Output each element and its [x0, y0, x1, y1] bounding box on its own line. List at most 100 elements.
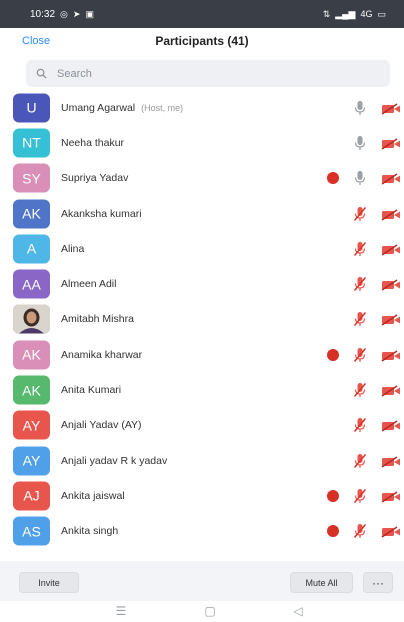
microphone-muted-icon[interactable] — [353, 453, 367, 469]
video-off-icon[interactable] — [381, 313, 401, 327]
avatar-photo — [13, 304, 50, 334]
raised-hand-icon — [327, 489, 339, 502]
avatar: AS — [13, 516, 50, 546]
video-off-icon[interactable] — [381, 102, 401, 115]
participant-row[interactable]: AJ Ankita jaiswal — [0, 478, 404, 513]
microphone-icon[interactable] — [353, 135, 367, 151]
microphone-icon[interactable] — [353, 100, 367, 116]
video-off-icon[interactable] — [381, 137, 401, 150]
participant-row[interactable]: AY Anjali Yadav (AY) — [0, 408, 404, 443]
back-icon[interactable]: ◁ — [289, 604, 307, 618]
avatar-initials: NT — [22, 134, 41, 151]
participant-row[interactable] — [0, 549, 404, 560]
raised-hand-icon — [327, 348, 339, 361]
invite-button[interactable]: Invite — [19, 572, 79, 593]
search-box[interactable] — [26, 60, 390, 87]
raised-hand-icon — [327, 525, 339, 538]
microphone-muted-icon[interactable] — [353, 206, 367, 222]
network-icon: ⇅ — [322, 8, 331, 19]
participant-name: Anita Kumari — [61, 384, 121, 396]
video-off-icon[interactable] — [381, 349, 401, 362]
participant-name: Supriya Yadav — [61, 172, 128, 184]
header: Close Participants (41) — [0, 28, 404, 56]
participant-name: Anamika kharwar — [61, 349, 142, 361]
participant-row[interactable]: AK Anita Kumari — [0, 372, 404, 407]
video-off-icon[interactable] — [381, 172, 401, 185]
avatar-initials: AK — [22, 346, 41, 363]
participant-name: Anjali yadav R k yadav — [61, 455, 167, 467]
participant-name-text: Anjali Yadav (AY) — [61, 419, 142, 432]
participant-row[interactable]: A Alina — [0, 231, 404, 266]
microphone-muted-icon[interactable] — [353, 488, 367, 504]
participant-name: Ankita singh — [61, 525, 118, 537]
participant-row[interactable]: NT Neeha thakur — [0, 125, 404, 160]
participant-name: Alina — [61, 243, 84, 255]
avatar: SY — [13, 163, 50, 193]
participant-row[interactable]: AA Almeen Adil — [0, 266, 404, 301]
microphone-muted-icon[interactable] — [353, 523, 367, 539]
participant-row[interactable]: AY Anjali yadav R k yadav — [0, 443, 404, 478]
send-icon: ➤ — [72, 8, 81, 19]
participant-row[interactable]: U Umang Agarwal (Host, me) — [0, 90, 404, 125]
participants-screen: 10:32 ◎ ➤ ▣ ⇅ ▂▄▆ 4G ▭ Close Participant… — [0, 0, 404, 622]
search-input[interactable] — [55, 66, 359, 81]
avatar-initials: AK — [22, 382, 41, 399]
video-off-icon[interactable] — [381, 208, 401, 221]
avatar-initials: U — [26, 99, 37, 116]
participant-name-text: Umang Agarwal — [61, 101, 136, 114]
participant-name-text: Supriya Yadav — [61, 172, 129, 185]
video-off-icon[interactable] — [381, 278, 401, 291]
participant-name-text: Akanksha kumari — [61, 207, 142, 220]
participant-row[interactable]: Amitabh Mishra — [0, 302, 404, 337]
home-icon[interactable]: ▢ — [201, 604, 219, 618]
microphone-muted-icon[interactable] — [353, 417, 367, 433]
participants-list: U Umang Agarwal (Host, me) NT Neeha thakur … — [0, 90, 404, 560]
participant-row[interactable]: AS Ankita singh — [0, 514, 404, 549]
signal-icon: ▂▄▆ — [335, 8, 356, 19]
participant-name-text: Neeha thakur — [61, 136, 125, 149]
status-bar: 10:32 ◎ ➤ ▣ ⇅ ▂▄▆ 4G ▭ — [0, 0, 404, 28]
participant-name: Ankita jaiswal — [61, 490, 125, 502]
participant-name-text: Ankita singh — [61, 525, 119, 538]
video-off-icon[interactable] — [381, 419, 401, 432]
participant-name-text: Anita Kumari — [61, 384, 122, 397]
participant-name: Amitabh Mishra — [61, 313, 134, 325]
video-off-icon[interactable] — [381, 525, 401, 538]
status-time: 10:32 — [30, 8, 56, 20]
microphone-muted-icon[interactable] — [353, 241, 367, 257]
bottom-bar: Invite Mute All ··· — [0, 561, 404, 601]
menu-icon[interactable]: ☰ — [112, 604, 130, 618]
more-options-button[interactable]: ··· — [363, 572, 393, 593]
avatar-initials: AY — [22, 417, 41, 434]
avatar-initials: SY — [22, 170, 41, 187]
video-off-icon[interactable] — [381, 455, 401, 468]
raised-hand-icon — [327, 172, 339, 185]
video-off-icon[interactable] — [381, 243, 401, 256]
microphone-muted-icon[interactable] — [353, 347, 367, 363]
signal-4g-icon: 4G — [360, 8, 373, 19]
microphone-muted-icon[interactable] — [353, 311, 367, 327]
participant-name-text: Ankita jaiswal — [61, 489, 125, 502]
avatar-initials: A — [26, 240, 37, 257]
participant-row[interactable]: AK Akanksha kumari — [0, 196, 404, 231]
avatar: NT — [13, 128, 50, 158]
participant-name: Anjali Yadav (AY) — [61, 419, 142, 431]
video-off-icon[interactable] — [381, 490, 401, 503]
avatar-initials: AS — [22, 523, 41, 540]
profile-photo-icon — [13, 304, 50, 334]
microphone-muted-icon[interactable] — [353, 382, 367, 398]
status-left: 10:32 ◎ ➤ ▣ — [30, 9, 94, 20]
microphone-icon[interactable] — [353, 170, 367, 186]
avatar: AK — [13, 340, 50, 370]
microphone-muted-icon[interactable] — [353, 276, 367, 292]
avatar-initials: AK — [22, 205, 41, 222]
participant-row[interactable]: SY Supriya Yadav — [0, 161, 404, 196]
video-off-icon[interactable] — [381, 384, 401, 397]
mute-all-button[interactable]: Mute All — [290, 572, 353, 593]
whatsapp-icon: ◎ — [60, 8, 68, 19]
participant-row[interactable]: AK Anamika kharwar — [0, 337, 404, 372]
avatar: AK — [13, 199, 50, 229]
page-title: Participants (41) — [155, 34, 249, 48]
avatar-initials: AJ — [23, 487, 40, 504]
participant-name: Akanksha kumari — [61, 208, 142, 220]
